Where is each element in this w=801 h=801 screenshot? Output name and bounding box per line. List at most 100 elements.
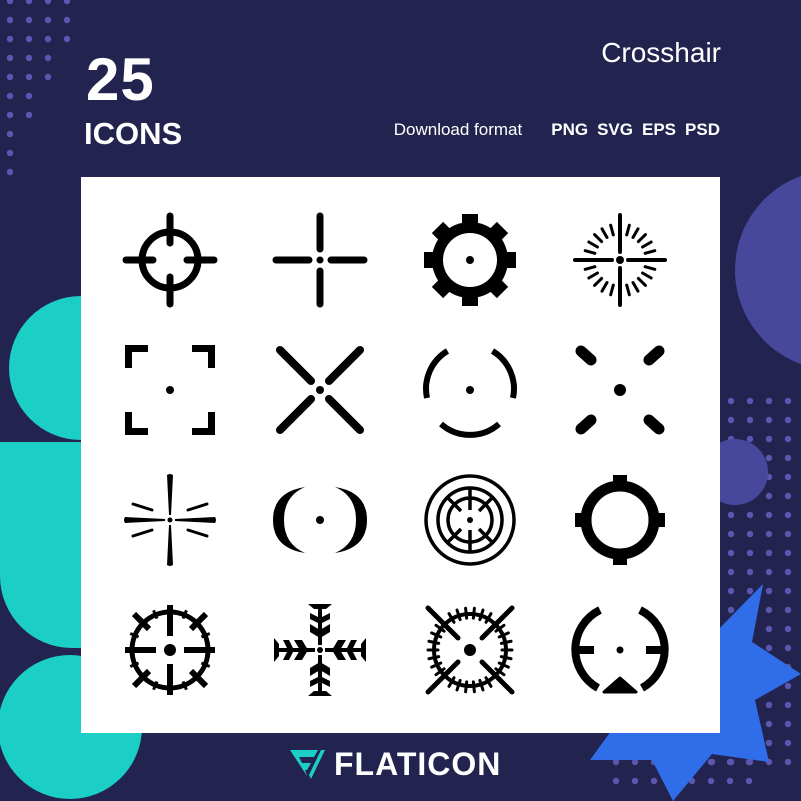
dot	[612, 777, 620, 785]
dot	[765, 435, 773, 443]
flaticon-logo-icon	[290, 750, 325, 779]
dot	[784, 416, 792, 424]
crosshair-x-icon	[276, 346, 364, 434]
dot	[746, 549, 754, 557]
flaticon-wordmark: FLATICON	[334, 746, 502, 782]
dot	[765, 701, 773, 709]
dot	[6, 35, 14, 43]
dot	[6, 130, 14, 138]
dot	[784, 492, 792, 500]
icon-cell[interactable]	[270, 210, 370, 310]
dot	[765, 530, 773, 538]
dot	[6, 92, 14, 100]
pack-title: Crosshair	[601, 37, 721, 68]
dot	[765, 568, 773, 576]
icon-cell[interactable]	[570, 210, 670, 310]
dot	[784, 454, 792, 462]
dot	[765, 625, 773, 633]
teal-rounded-block	[0, 442, 81, 648]
dot	[44, 35, 52, 43]
icon-cell[interactable]	[270, 470, 370, 570]
dot	[784, 625, 792, 633]
download-format-row: Download format PNG SVG EPS PSD	[394, 121, 720, 138]
icon-count-label: ICONS	[84, 116, 183, 151]
dot	[726, 758, 734, 766]
icon-cell[interactable]	[420, 470, 520, 570]
icon-cell[interactable]	[420, 340, 520, 440]
icon-cell[interactable]	[120, 470, 220, 570]
dot	[784, 644, 792, 652]
dot	[6, 0, 14, 5]
crosshair-snowflake-icon	[274, 604, 366, 696]
dot	[727, 416, 735, 424]
dot	[784, 606, 792, 614]
dot	[746, 397, 754, 405]
dot	[25, 16, 33, 24]
flaticon-logo[interactable]: FLATICON	[288, 746, 501, 782]
dot	[25, 0, 33, 5]
dot	[44, 54, 52, 62]
dot	[784, 682, 792, 690]
icon-cell[interactable]	[570, 600, 670, 700]
dot	[765, 644, 773, 652]
dot	[765, 454, 773, 462]
dot-pattern-top-left	[6, 0, 71, 176]
dot	[631, 777, 639, 785]
dot	[25, 35, 33, 43]
crosshair-broken-ring-icon	[423, 348, 517, 438]
dot	[745, 758, 753, 766]
dot	[765, 397, 773, 405]
dot	[784, 568, 792, 576]
icon-cell[interactable]	[270, 340, 370, 440]
dot	[6, 111, 14, 119]
dot	[784, 739, 792, 747]
format-png[interactable]: PNG	[551, 121, 588, 138]
dot	[765, 720, 773, 728]
icon-cell[interactable]	[570, 340, 670, 440]
dot	[63, 35, 71, 43]
dot	[746, 511, 754, 519]
icon-cell[interactable]	[570, 470, 670, 570]
dot	[25, 54, 33, 62]
dot	[765, 511, 773, 519]
dot	[63, 16, 71, 24]
format-svg[interactable]: SVG	[597, 121, 633, 138]
dot	[784, 758, 792, 766]
crosshair-ring-with-tabs-icon	[575, 475, 665, 565]
dot	[6, 168, 14, 176]
icon-cell[interactable]	[270, 600, 370, 700]
dot	[727, 606, 735, 614]
dot	[746, 416, 754, 424]
dot	[6, 54, 14, 62]
dot	[44, 16, 52, 24]
crosshair-gear-icon	[424, 214, 516, 306]
dot	[784, 701, 792, 709]
dot	[784, 549, 792, 557]
dot	[784, 530, 792, 538]
format-psd[interactable]: PSD	[685, 121, 720, 138]
dot	[765, 492, 773, 500]
crosshair-concentric-rings-icon	[424, 474, 516, 566]
dot	[784, 511, 792, 519]
dot	[6, 73, 14, 81]
icon-preview-panel	[81, 177, 720, 733]
dot	[44, 73, 52, 81]
teal-half-circle-top	[9, 296, 81, 440]
crosshair-spiked-wheel-icon	[125, 605, 215, 695]
dot	[784, 473, 792, 481]
dot	[784, 435, 792, 443]
crosshair-parentheses-icon	[273, 487, 367, 553]
icon-cell[interactable]	[420, 600, 520, 700]
dot	[707, 758, 715, 766]
icon-cell[interactable]	[120, 340, 220, 440]
crosshair-triangle-marker-icon	[571, 606, 669, 694]
dot	[25, 111, 33, 119]
dot	[650, 777, 658, 785]
format-eps[interactable]: EPS	[642, 121, 676, 138]
dot	[745, 777, 753, 785]
icon-cell[interactable]	[120, 210, 220, 310]
icon-cell[interactable]	[120, 600, 220, 700]
icon-cell[interactable]	[420, 210, 520, 310]
crosshair-four-pills-icon	[575, 345, 665, 435]
download-format-label: Download format	[393, 120, 523, 139]
